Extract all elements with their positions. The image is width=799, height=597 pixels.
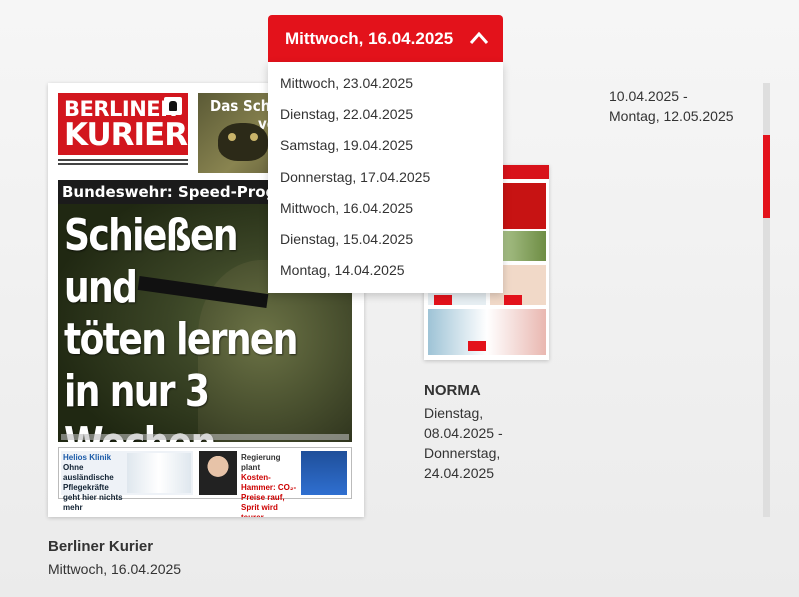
turtle-eye	[250, 133, 258, 141]
date-line: Donnerstag,	[424, 445, 501, 461]
headline-line: Schießen	[64, 210, 239, 261]
date-option[interactable]: Donnerstag, 17.04.2025	[268, 162, 503, 193]
date-option[interactable]: Dienstag, 15.04.2025	[268, 224, 503, 255]
price-tag	[468, 341, 486, 351]
scrollbar-thumb[interactable]	[763, 135, 770, 218]
price-tag	[504, 295, 522, 305]
publication-date: 10.04.2025 - Montag, 12.05.2025	[609, 86, 759, 126]
teaser-kicker: Regierung plant	[241, 453, 281, 472]
bottom-teasers: Helios Klinik Ohne ausländische Pflegekr…	[58, 447, 352, 517]
teaser-body: Ohne ausländische Pflegekräfte geht hier…	[63, 463, 123, 512]
publication-date: Mittwoch, 16.04.2025	[48, 561, 182, 577]
logo-line2: KURIER	[64, 117, 188, 153]
photo-caption	[61, 434, 349, 440]
publication-title[interactable]: Berliner Kurier	[48, 538, 153, 555]
headline-line: in nur 3 Wochen	[64, 366, 216, 442]
teaser-kicker: Helios Klinik	[63, 453, 112, 462]
teaser-clinic: Helios Klinik Ohne ausländische Pflegekr…	[61, 451, 193, 512]
date-option[interactable]: Dienstag, 22.04.2025	[268, 99, 503, 130]
chevron-up-icon	[469, 31, 489, 44]
date-line: Dienstag,	[424, 405, 484, 421]
publication-title[interactable]: NORMA	[424, 382, 481, 399]
date-dropdown-menu: Mittwoch, 23.04.2025 Dienstag, 22.04.202…	[268, 62, 503, 293]
politician-image	[199, 451, 237, 495]
date-option[interactable]: Mittwoch, 23.04.2025	[268, 68, 503, 99]
date-line: Montag, 12.05.2025	[609, 108, 734, 124]
date-selector-label: Mittwoch, 16.04.2025	[285, 28, 454, 48]
price-tag	[434, 295, 452, 305]
publication-date: Dienstag, 08.04.2025 - Donnerstag, 24.04…	[424, 403, 534, 483]
flyer-block	[502, 183, 546, 229]
headline-line: töten lernen	[64, 314, 298, 365]
date-line: 08.04.2025 -	[424, 425, 503, 441]
date-option[interactable]: Mittwoch, 16.04.2025	[268, 193, 503, 224]
date-option[interactable]: Montag, 14.04.2025	[268, 255, 503, 286]
berlin-bear-icon	[164, 97, 182, 115]
turtle-eye	[228, 133, 236, 141]
teaser-clinic-text: Helios Klinik Ohne ausländische Pflegekr…	[63, 453, 123, 513]
newspaper-logo: BERLINER KURIER	[58, 93, 188, 155]
date-option[interactable]: Samstag, 19.04.2025	[268, 130, 503, 161]
masthead-rule	[58, 157, 188, 171]
turtle-image	[218, 123, 268, 161]
headline-line: und	[64, 262, 138, 313]
fuel-price-image	[301, 451, 347, 495]
teaser-fuel-text: Regierung plant Kosten-Hammer: CO₂-Preis…	[241, 453, 299, 517]
cover-headline: Schießen und töten lernen in nur 3 Woche…	[64, 210, 302, 442]
date-selector-button[interactable]: Mittwoch, 16.04.2025	[268, 15, 503, 62]
nurses-image	[127, 453, 191, 493]
date-line: 10.04.2025 -	[609, 88, 688, 104]
flyer-block	[428, 309, 546, 355]
teaser-body: Kosten-Hammer: CO₂-Preise rauf, Sprit wi…	[241, 473, 297, 517]
date-line: 24.04.2025	[424, 465, 495, 481]
teaser-fuel: Regierung plant Kosten-Hammer: CO₂-Preis…	[197, 451, 349, 517]
